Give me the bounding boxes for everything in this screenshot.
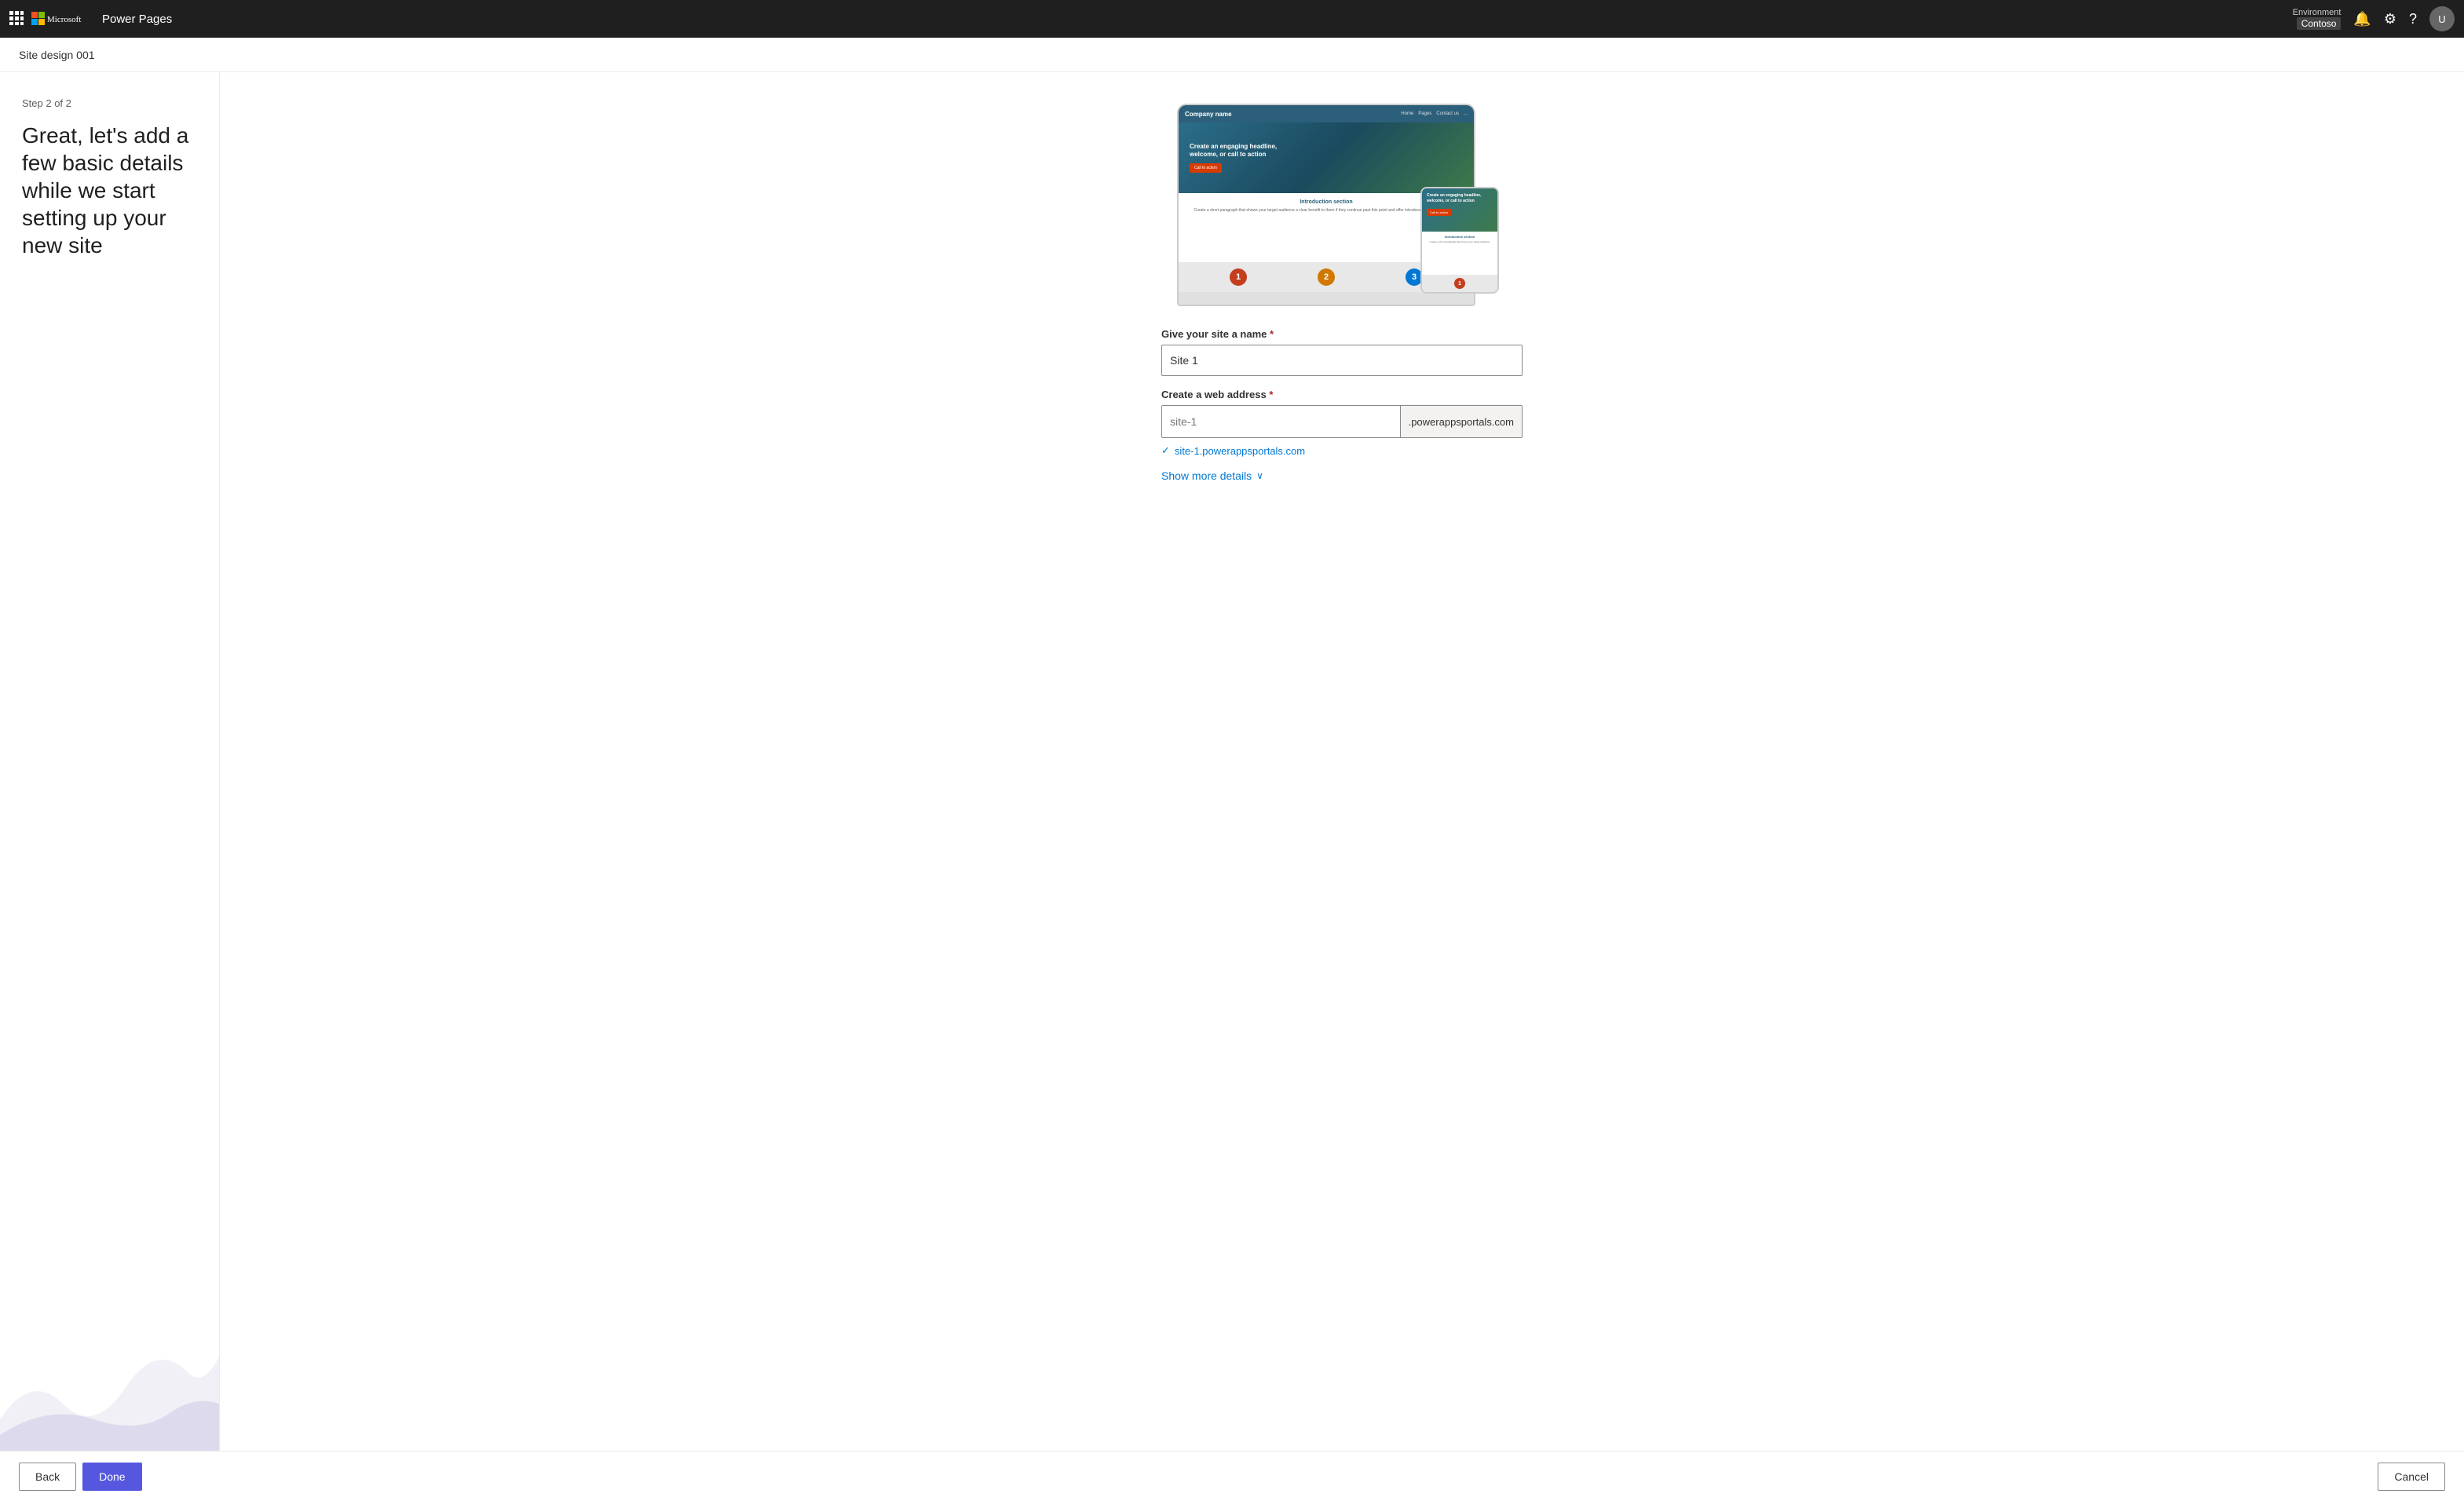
env-value: Contoso [2297, 17, 2342, 30]
environment-info: Environment Contoso [2293, 8, 2342, 30]
show-more-label: Show more details [1161, 469, 1252, 482]
back-button[interactable]: Back [19, 1463, 76, 1491]
microsoft-logo: Microsoft [31, 10, 94, 28]
footer: Back Done Cancel [0, 1451, 2464, 1501]
settings-icon[interactable]: ⚙ [2384, 11, 2396, 27]
check-icon: ✓ [1161, 444, 1170, 457]
laptop-nav-links: Home Pages Contact us ... [1401, 111, 1468, 116]
show-more-button[interactable]: Show more details ∨ [1161, 469, 1263, 482]
left-panel: Step 2 of 2 Great, let's add a few basic… [0, 72, 220, 1451]
laptop-nav-link-home: Home [1401, 111, 1413, 116]
web-address-label: Create a web address * [1161, 389, 1523, 400]
laptop-base [1179, 292, 1474, 305]
top-nav: Microsoft Power Pages Environment Contos… [0, 0, 2464, 38]
laptop-nav-link-contact: Contact us [1436, 111, 1459, 116]
step-label: Step 2 of 2 [22, 97, 197, 109]
preview-area: Company name Home Pages Contact us ... C… [1177, 104, 1507, 306]
form-section: Give your site a name * Create a web add… [1161, 328, 1523, 482]
help-icon[interactable]: ? [2409, 11, 2417, 27]
nav-right: Environment Contoso 🔔 ⚙ ? U [2293, 6, 2455, 31]
site-name-input[interactable] [1161, 345, 1523, 376]
page-header: Site design 001 [0, 38, 2464, 72]
laptop-nav-bar: Company name Home Pages Contact us ... [1179, 105, 1474, 122]
mobile-hero-text: Create an engaging headline, welcome, or… [1427, 193, 1493, 203]
page-title: Site design 001 [19, 49, 95, 61]
mobile-preview: Create an engaging headline, welcome, or… [1420, 187, 1499, 294]
badge-2: 2 [1318, 268, 1335, 286]
cancel-button[interactable]: Cancel [2378, 1463, 2445, 1491]
web-address-required: * [1269, 389, 1273, 400]
main-layout: Step 2 of 2 Great, let's add a few basic… [0, 72, 2464, 1451]
laptop-hero: Create an engaging headline, welcome, or… [1179, 122, 1474, 193]
laptop-hero-btn: Call to action [1190, 163, 1222, 173]
site-name-label: Give your site a name * [1161, 328, 1523, 340]
avatar[interactable]: U [2429, 6, 2455, 31]
step-heading: Great, let's add a few basic details whi… [22, 122, 197, 259]
mobile-badge-row: 1 [1422, 275, 1497, 292]
mobile-intro: Introduction section Create a short para… [1422, 232, 1497, 275]
url-suffix: .powerappsportals.com [1400, 406, 1522, 437]
site-name-required: * [1270, 328, 1274, 340]
mobile-hero-btn: Call to action [1427, 209, 1451, 216]
url-validation: ✓ site-1.powerappsportals.com [1161, 444, 1523, 457]
app-name: Power Pages [102, 13, 2293, 26]
badge-1: 1 [1230, 268, 1247, 286]
mobile-hero: Create an engaging headline, welcome, or… [1422, 188, 1497, 232]
mobile-screen: Create an engaging headline, welcome, or… [1422, 188, 1497, 275]
grid-icon[interactable] [9, 11, 24, 27]
url-input-wrapper: .powerappsportals.com [1161, 405, 1523, 438]
mobile-badge-1: 1 [1454, 278, 1465, 289]
web-address-input[interactable] [1162, 406, 1400, 437]
laptop-hero-text: Create an engaging headline, welcome, or… [1190, 143, 1284, 159]
wave-decoration [0, 1294, 219, 1451]
laptop-nav-link-more: ... [1464, 111, 1468, 116]
mobile-intro-text: Create a short paragraph that shows your… [1426, 240, 1493, 243]
right-panel: Company name Home Pages Contact us ... C… [220, 72, 2464, 1451]
validated-url: site-1.powerappsportals.com [1175, 445, 1305, 457]
laptop-nav-logo: Company name [1185, 111, 1232, 118]
svg-text:Microsoft: Microsoft [47, 15, 81, 24]
chevron-down-icon: ∨ [1256, 470, 1263, 481]
mobile-intro-title: Introduction section [1426, 235, 1493, 239]
env-label: Environment [2293, 8, 2342, 17]
done-button[interactable]: Done [82, 1463, 141, 1491]
laptop-nav-link-pages: Pages [1418, 111, 1431, 116]
notification-icon[interactable]: 🔔 [2353, 11, 2371, 27]
